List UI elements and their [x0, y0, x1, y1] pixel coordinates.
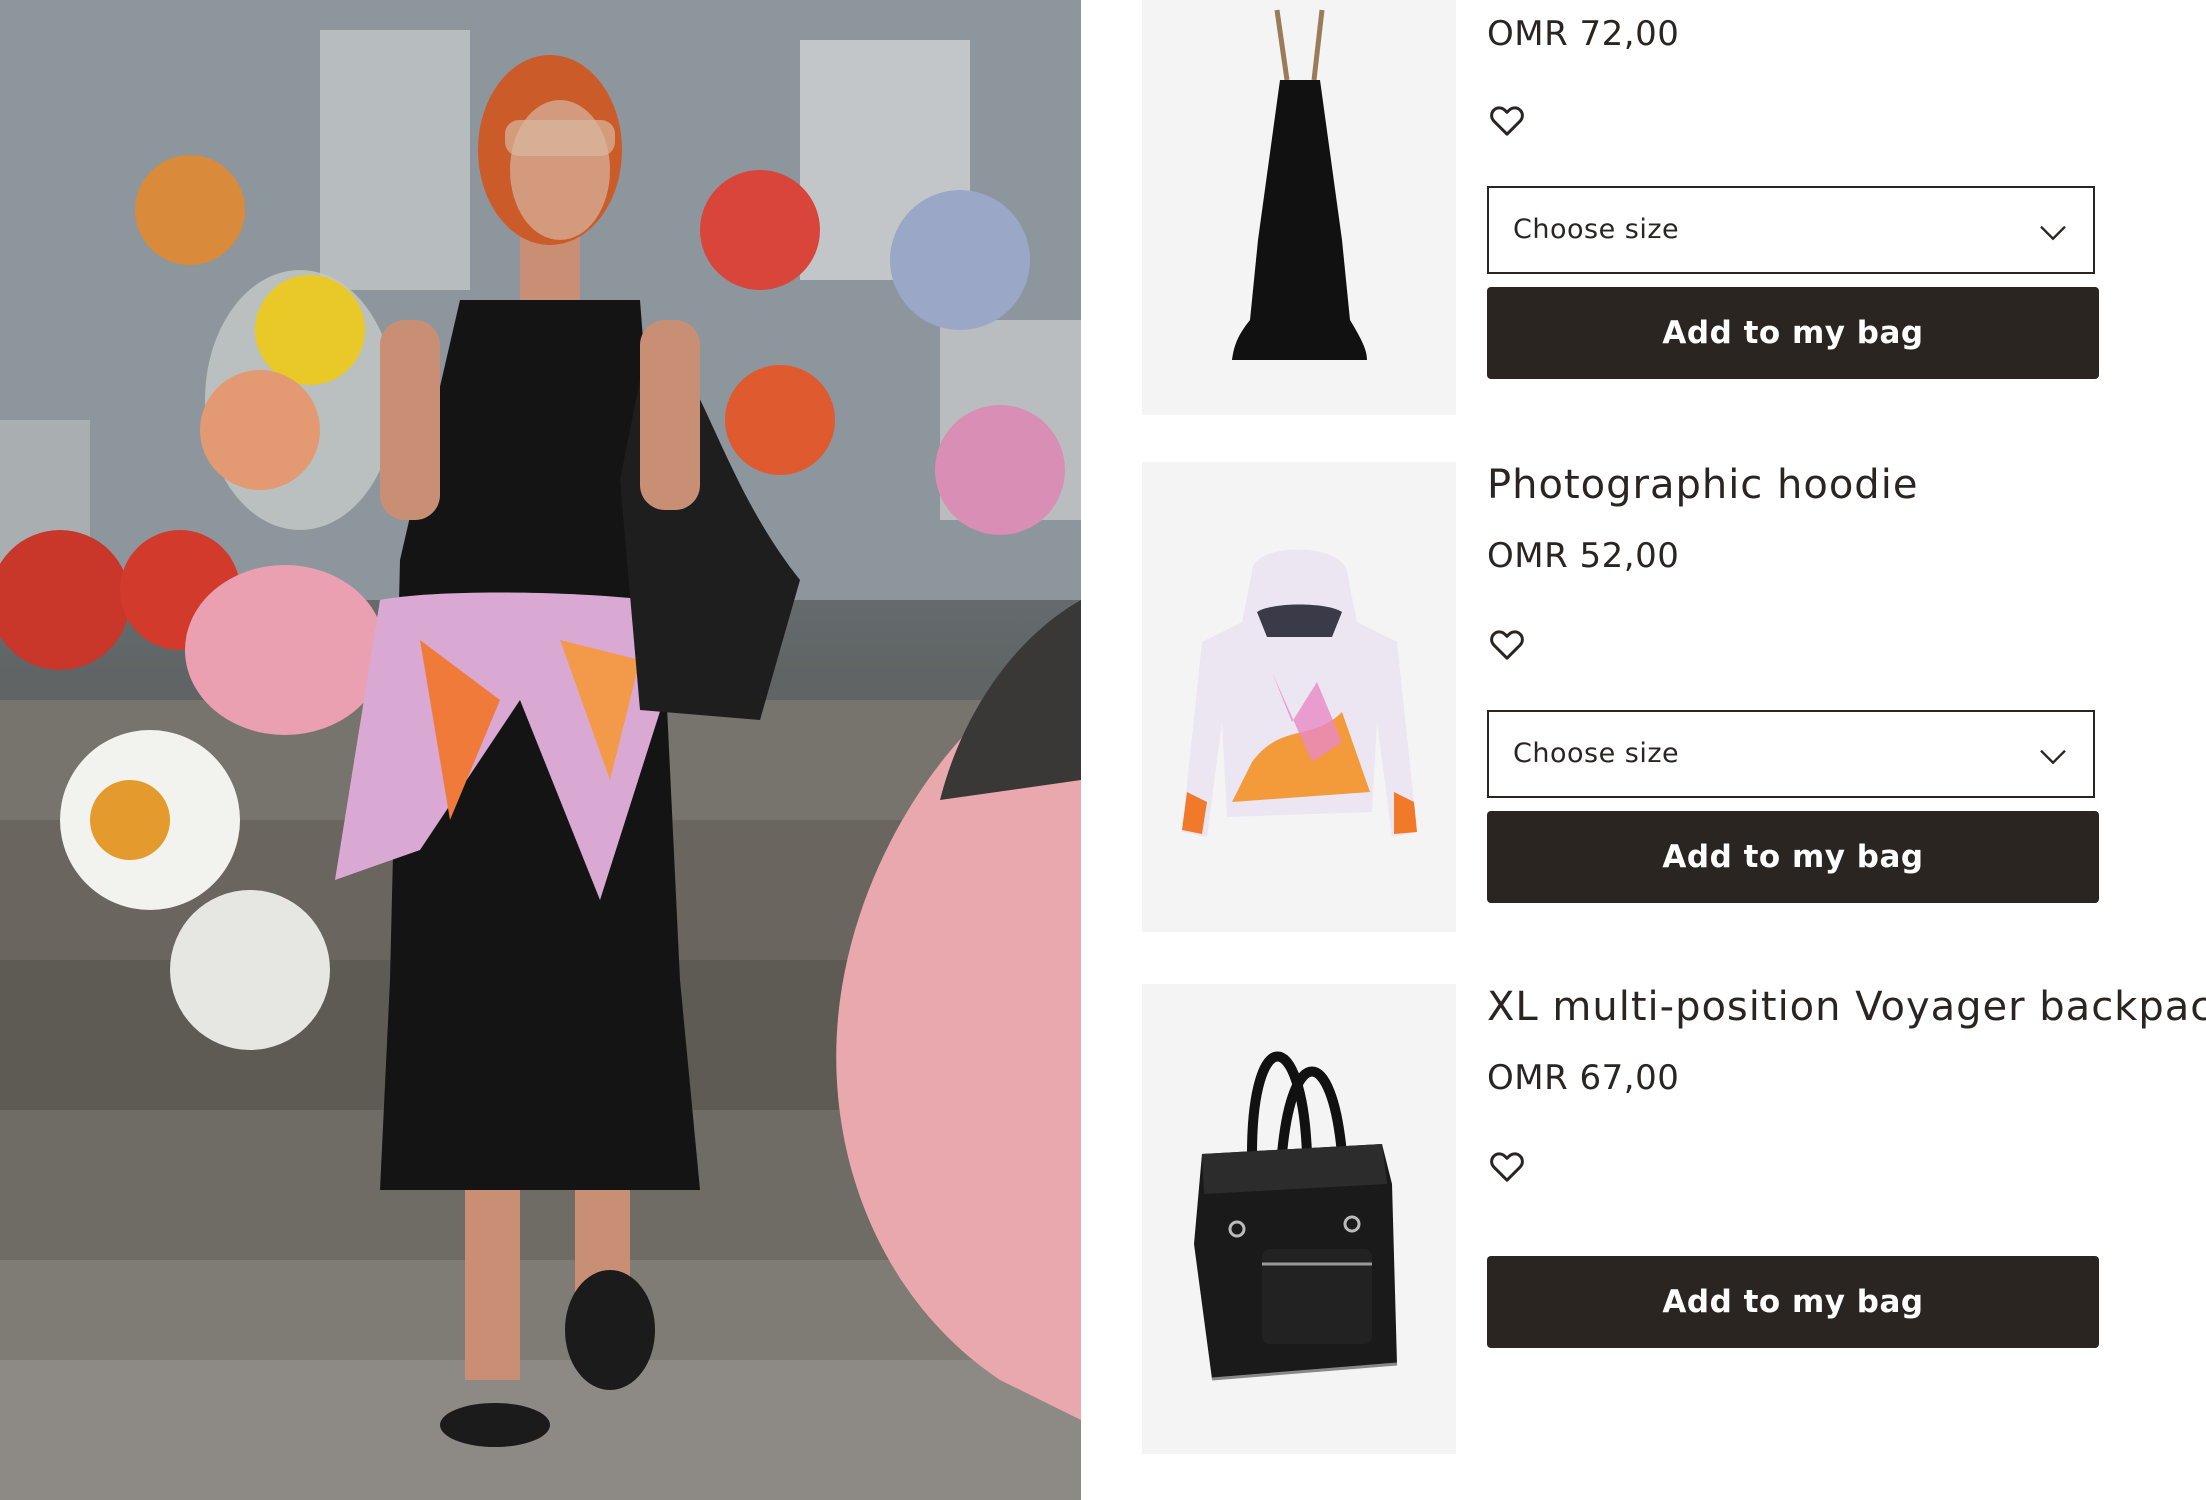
chevron-down-icon	[2040, 749, 2066, 765]
product-price: OMR 72,00	[1487, 14, 1680, 54]
product-price: OMR 67,00	[1487, 1058, 1680, 1098]
lifestyle-photo	[0, 0, 1081, 1500]
product-image[interactable]	[1142, 0, 1456, 415]
size-dropdown-label: Choose size	[1513, 738, 1680, 769]
add-to-bag-button[interactable]: Add to my bag	[1487, 811, 2099, 903]
heart-outline-icon[interactable]	[1487, 1146, 1527, 1186]
size-dropdown[interactable]: Choose size	[1487, 186, 2095, 274]
product-price: OMR 52,00	[1487, 536, 1680, 576]
size-dropdown[interactable]: Choose size	[1487, 710, 2095, 798]
add-to-bag-button[interactable]: Add to my bag	[1487, 287, 2099, 379]
product-card: OMR 72,00 Choose size Add to my bag	[1142, 0, 2206, 420]
product-name[interactable]: XL multi-position Voyager backpack	[1487, 984, 2206, 1030]
product-card: Photographic hoodie OMR 52,00 Choose siz…	[1142, 462, 2206, 942]
size-dropdown-label: Choose size	[1513, 214, 1680, 245]
product-name[interactable]: Photographic hoodie	[1487, 462, 1918, 508]
add-to-bag-button[interactable]: Add to my bag	[1487, 1256, 2099, 1348]
heart-outline-icon[interactable]	[1487, 100, 1527, 140]
product-image[interactable]	[1142, 462, 1456, 932]
chevron-down-icon	[2040, 225, 2066, 241]
product-card: XL multi-position Voyager backpack OMR 6…	[1142, 984, 2206, 1464]
product-image[interactable]	[1142, 984, 1456, 1454]
heart-outline-icon[interactable]	[1487, 624, 1527, 664]
